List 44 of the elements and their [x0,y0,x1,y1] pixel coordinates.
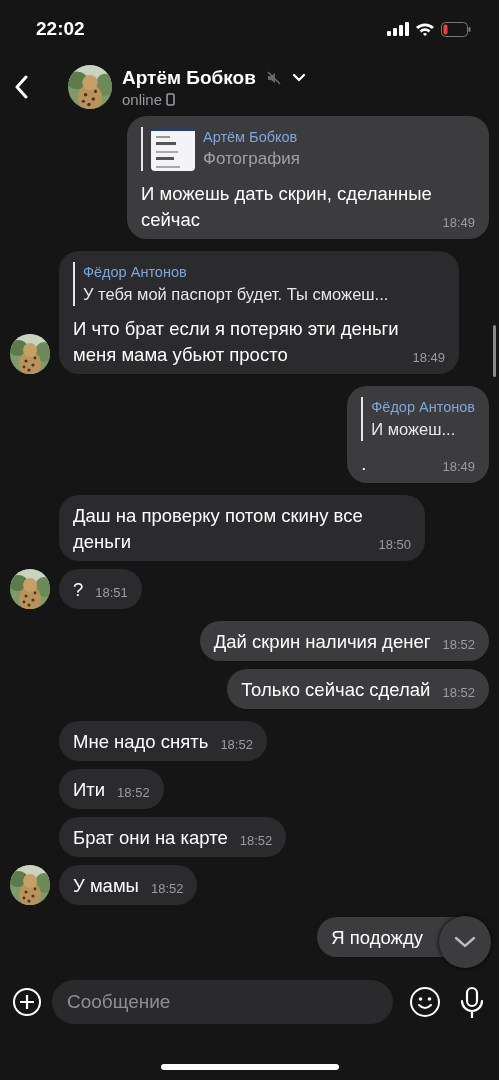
message-time: 18:49 [442,458,475,476]
screenshot-thumbnail-icon [151,127,195,171]
wifi-icon [415,21,435,37]
message-text: И что брат если я потеряю эти деньги меня мама убьют просто [73,318,399,365]
reply-text: У тебя мой паспорт будет. Ты сможеш... [83,284,389,305]
message-time: 18:52 [239,832,273,850]
message-time: 18:52 [442,684,475,702]
reply-author: Артём Бобков [203,128,299,147]
signal-icon [387,22,409,36]
reply-quote[interactable]: Артём Бобков Фотография [141,127,475,171]
message-text: ? [73,579,84,600]
message-time: 18:49 [442,214,475,232]
scroll-indicator [493,325,496,377]
message-text: Я подожду [331,927,423,948]
phone-icon [166,92,176,106]
message-time: 18:52 [442,636,475,654]
message-text: Мне надо снять [73,731,209,752]
chevron-down-icon[interactable] [291,73,306,82]
message-text: Ити [73,779,106,800]
message-text: . [361,453,367,474]
reply-author: Фёдор Антонов [371,398,475,417]
reply-text: Фотография [203,148,300,170]
reply-author: Фёдор Антонов [83,263,188,282]
message-text: И можешь дать скрин, сделанные сейчас [141,183,432,230]
message-time: 18:49 [412,349,445,367]
reply-quote[interactable]: Фёдор Антонов У тебя мой паспорт будет. Ты сможеш... [73,262,445,306]
message-input[interactable]: Сообщение [52,980,393,1024]
chevron-down-icon [454,936,476,948]
status-time: 22:02 [36,18,85,40]
message-time: 18:52 [220,736,253,754]
message-text: У мамы [73,875,139,896]
reply-text: И можеш... [371,419,457,440]
online-status: online [122,90,163,108]
message-time: 18:50 [378,536,411,554]
contact-name[interactable]: Артём Бобков [122,66,256,89]
message-text: Дай скрин наличия денег [213,631,431,652]
message-text: Даш на проверку потом скину все деньги [73,505,363,552]
scroll-down-button[interactable] [439,916,491,968]
message-text: Только сейчас сделай [241,679,431,700]
message-text: Брат они на карте [73,827,228,848]
reply-quote[interactable]: Фёдор Антонов И можеш... [361,397,475,441]
message-time: 18:52 [150,880,184,898]
message-time: 18:52 [117,784,150,802]
message-time: 18:51 [95,584,128,602]
